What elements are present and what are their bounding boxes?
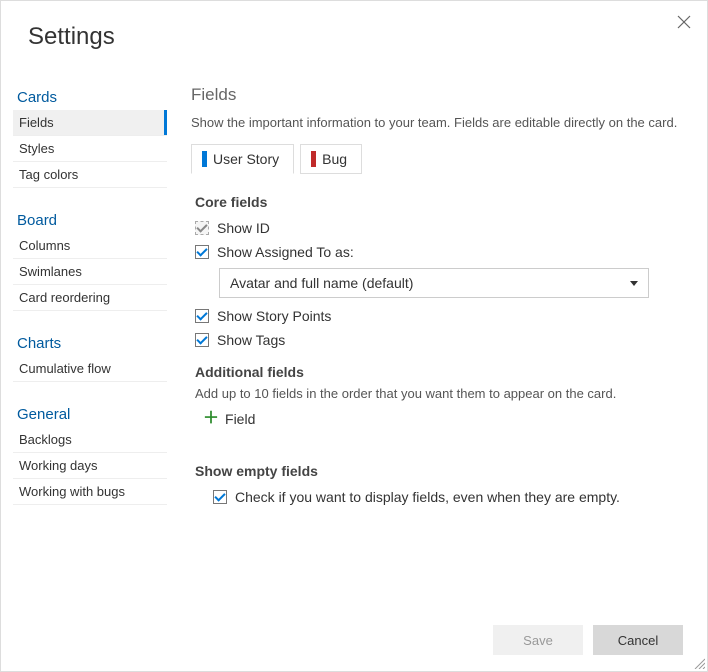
show-id-label: Show ID — [217, 220, 270, 236]
add-field-button[interactable]: ＋ Field — [203, 411, 679, 427]
sidebar-item-columns[interactable]: Columns — [13, 233, 167, 259]
show-assigned-to-label: Show Assigned To as: — [217, 244, 354, 260]
page-description: Show the important information to your t… — [191, 115, 679, 130]
additional-fields-heading: Additional fields — [195, 364, 679, 380]
show-story-points-checkbox[interactable] — [195, 309, 209, 323]
sidebar-item-working-days[interactable]: Working days — [13, 453, 167, 479]
show-story-points-label: Show Story Points — [217, 308, 331, 324]
sidebar-item-card-reordering[interactable]: Card reordering — [13, 285, 167, 311]
footer: Save Cancel — [493, 625, 683, 655]
sidebar-section-charts: Charts — [13, 329, 167, 356]
show-id-checkbox[interactable] — [195, 221, 209, 235]
dialog-title: Settings — [1, 1, 707, 51]
tab-bug[interactable]: Bug — [300, 144, 362, 174]
cancel-button[interactable]: Cancel — [593, 625, 683, 655]
add-field-label: Field — [225, 411, 255, 427]
sidebar-section-board: Board — [13, 206, 167, 233]
resize-grip-icon[interactable] — [693, 657, 705, 669]
close-button[interactable] — [675, 13, 693, 31]
close-icon — [677, 15, 691, 29]
show-empty-fields-heading: Show empty fields — [195, 463, 679, 479]
settings-dialog: Settings Cards Fields Styles Tag colors … — [0, 0, 708, 672]
show-empty-fields-label: Check if you want to display fields, eve… — [235, 489, 620, 505]
work-item-color-icon — [202, 151, 207, 167]
sidebar-item-tag-colors[interactable]: Tag colors — [13, 162, 167, 188]
sidebar-item-styles[interactable]: Styles — [13, 136, 167, 162]
tab-label: User Story — [213, 151, 279, 167]
show-tags-checkbox[interactable] — [195, 333, 209, 347]
tab-user-story[interactable]: User Story — [191, 144, 294, 174]
assigned-to-display-select[interactable]: Avatar and full name (default) — [219, 268, 649, 298]
show-empty-fields-checkbox[interactable] — [213, 490, 227, 504]
sidebar-item-backlogs[interactable]: Backlogs — [13, 427, 167, 453]
page-heading: Fields — [191, 85, 679, 105]
sidebar-section-cards: Cards — [13, 83, 167, 110]
main-panel: Fields Show the important information to… — [167, 83, 679, 581]
work-item-color-icon — [311, 151, 316, 167]
additional-fields-hint: Add up to 10 fields in the order that yo… — [195, 386, 679, 401]
chevron-down-icon — [630, 281, 638, 286]
show-assigned-to-checkbox[interactable] — [195, 245, 209, 259]
sidebar: Cards Fields Styles Tag colors Board Col… — [13, 83, 167, 581]
tab-label: Bug — [322, 151, 347, 167]
select-value: Avatar and full name (default) — [230, 275, 413, 291]
plus-icon: ＋ — [203, 411, 219, 427]
sidebar-item-fields[interactable]: Fields — [13, 110, 167, 136]
show-tags-label: Show Tags — [217, 332, 285, 348]
save-button[interactable]: Save — [493, 625, 583, 655]
sidebar-item-swimlanes[interactable]: Swimlanes — [13, 259, 167, 285]
core-fields-heading: Core fields — [195, 194, 679, 210]
sidebar-section-general: General — [13, 400, 167, 427]
tabs: User Story Bug — [191, 144, 679, 174]
sidebar-item-working-with-bugs[interactable]: Working with bugs — [13, 479, 167, 505]
sidebar-item-cumulative-flow[interactable]: Cumulative flow — [13, 356, 167, 382]
